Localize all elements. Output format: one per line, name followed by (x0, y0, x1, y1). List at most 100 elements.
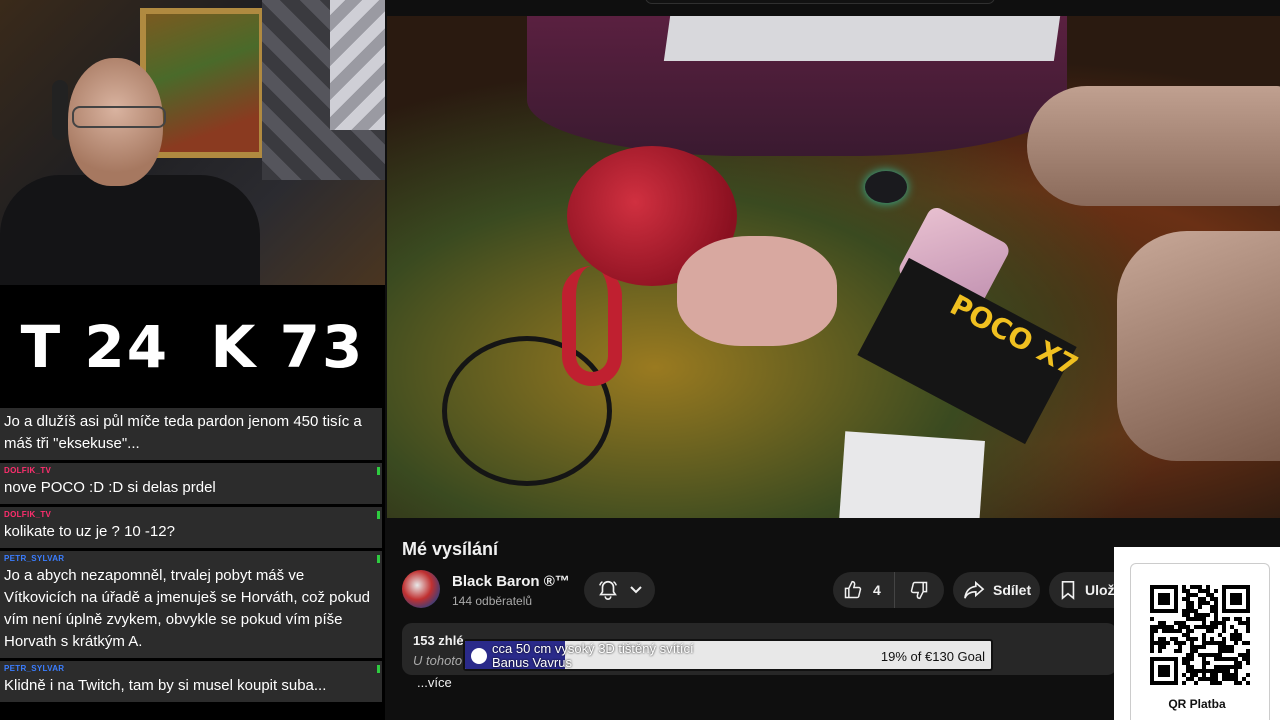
qr-module (1210, 597, 1214, 601)
goal-amount: 19% of €130 Goal (880, 649, 985, 664)
qr-module (1190, 601, 1194, 605)
qr-module (1210, 605, 1214, 609)
qr-module (1186, 637, 1190, 641)
qr-module (1238, 617, 1242, 621)
qr-module (1206, 625, 1210, 629)
like-button[interactable]: 4 (833, 572, 895, 608)
qr-module (1186, 609, 1190, 613)
chat-indicator (377, 511, 380, 519)
channel-avatar[interactable] (402, 570, 440, 608)
qr-module (1182, 657, 1186, 661)
chat-message: PETR_SYLVAR Jo a abych nezapomněl, trval… (0, 551, 382, 658)
qr-module (1202, 625, 1206, 629)
score-right: K 73 (210, 312, 365, 381)
qr-module (1230, 625, 1234, 629)
qr-module (1178, 649, 1182, 653)
qr-module (1218, 633, 1222, 637)
chevron-down-icon (629, 586, 642, 594)
qr-module (1170, 625, 1174, 629)
qr-module (1218, 641, 1222, 645)
qr-module (1194, 669, 1198, 673)
qr-module (1162, 637, 1166, 641)
qr-module (1222, 625, 1226, 629)
qr-module (1230, 665, 1234, 669)
qr-module (1238, 661, 1242, 665)
qr-module (1170, 629, 1174, 633)
qr-module (1210, 673, 1214, 677)
qr-module (1210, 677, 1214, 681)
qr-module (1214, 621, 1218, 625)
qr-module (1194, 593, 1198, 597)
qr-module (1150, 645, 1154, 649)
qr-module (1202, 677, 1206, 681)
qr-payment-panel: QR Platba (1114, 547, 1280, 720)
search-box[interactable] (645, 0, 995, 4)
video-scene-mouse (865, 171, 907, 203)
video-player[interactable]: POCO X7 (387, 16, 1280, 518)
qr-module (1210, 681, 1214, 685)
qr-module (1186, 653, 1190, 657)
chat-message-text: nove POCO :D :D si delas prdel (4, 479, 216, 496)
share-button[interactable]: Sdílet (953, 572, 1040, 608)
qr-module (1210, 621, 1214, 625)
donation-icon (471, 648, 487, 664)
chat-message: Jo a dlužíš asi půl míče teda pardon jen… (0, 408, 382, 460)
qr-module (1234, 681, 1238, 685)
notification-bell-button[interactable] (584, 572, 655, 608)
qr-code (1150, 585, 1250, 685)
qr-module (1210, 609, 1214, 613)
qr-module (1150, 641, 1154, 645)
qr-module (1198, 645, 1202, 649)
qr-module (1238, 621, 1242, 625)
chat-message-text: Jo a abych nezapomněl, trvalej pobyt máš… (4, 567, 371, 650)
scoreboard: T 24 K 73 (0, 285, 385, 408)
chat-message: PETR_SYLVAR Klidně i na Twitch, tam by s… (0, 661, 382, 702)
save-label: Ulož (1085, 582, 1115, 598)
qr-module (1246, 641, 1250, 645)
show-more-link[interactable]: ...více (417, 675, 452, 690)
qr-module (1202, 657, 1206, 661)
qr-module (1246, 617, 1250, 621)
qr-module (1154, 629, 1158, 633)
qr-module (1210, 629, 1214, 633)
description-snippet: U tohoto (413, 653, 463, 668)
qr-module (1206, 601, 1210, 605)
qr-module (1150, 633, 1154, 637)
qr-module (1202, 673, 1206, 677)
chat-indicator (377, 467, 380, 475)
qr-finder (1230, 593, 1242, 605)
qr-module (1230, 677, 1234, 681)
dislike-button[interactable] (895, 572, 943, 608)
qr-module (1194, 609, 1198, 613)
qr-module (1214, 665, 1218, 669)
qr-module (1214, 609, 1218, 613)
qr-module (1150, 649, 1154, 653)
qr-module (1202, 669, 1206, 673)
qr-module (1222, 649, 1226, 653)
qr-module (1166, 625, 1170, 629)
chat-username: PETR_SYLVAR (4, 554, 65, 563)
qr-module (1202, 661, 1206, 665)
qr-module (1246, 621, 1250, 625)
qr-module (1214, 597, 1218, 601)
channel-name[interactable]: Black Baron ®™ (452, 573, 570, 590)
qr-module (1162, 625, 1166, 629)
qr-module (1218, 665, 1222, 669)
qr-module (1206, 661, 1210, 665)
qr-module (1230, 637, 1234, 641)
qr-module (1158, 641, 1162, 645)
qr-module (1226, 665, 1230, 669)
subscriber-count: 144 odběratelů (452, 594, 533, 608)
qr-module (1186, 665, 1190, 669)
qr-module (1182, 633, 1186, 637)
qr-module (1174, 637, 1178, 641)
qr-module (1186, 601, 1190, 605)
qr-module (1158, 649, 1162, 653)
qr-module (1190, 649, 1194, 653)
qr-module (1202, 633, 1206, 637)
qr-module (1194, 681, 1198, 685)
goal-line-2: Banus Vavrus (492, 655, 572, 670)
qr-module (1194, 649, 1198, 653)
qr-module (1202, 613, 1206, 617)
qr-module (1202, 653, 1206, 657)
